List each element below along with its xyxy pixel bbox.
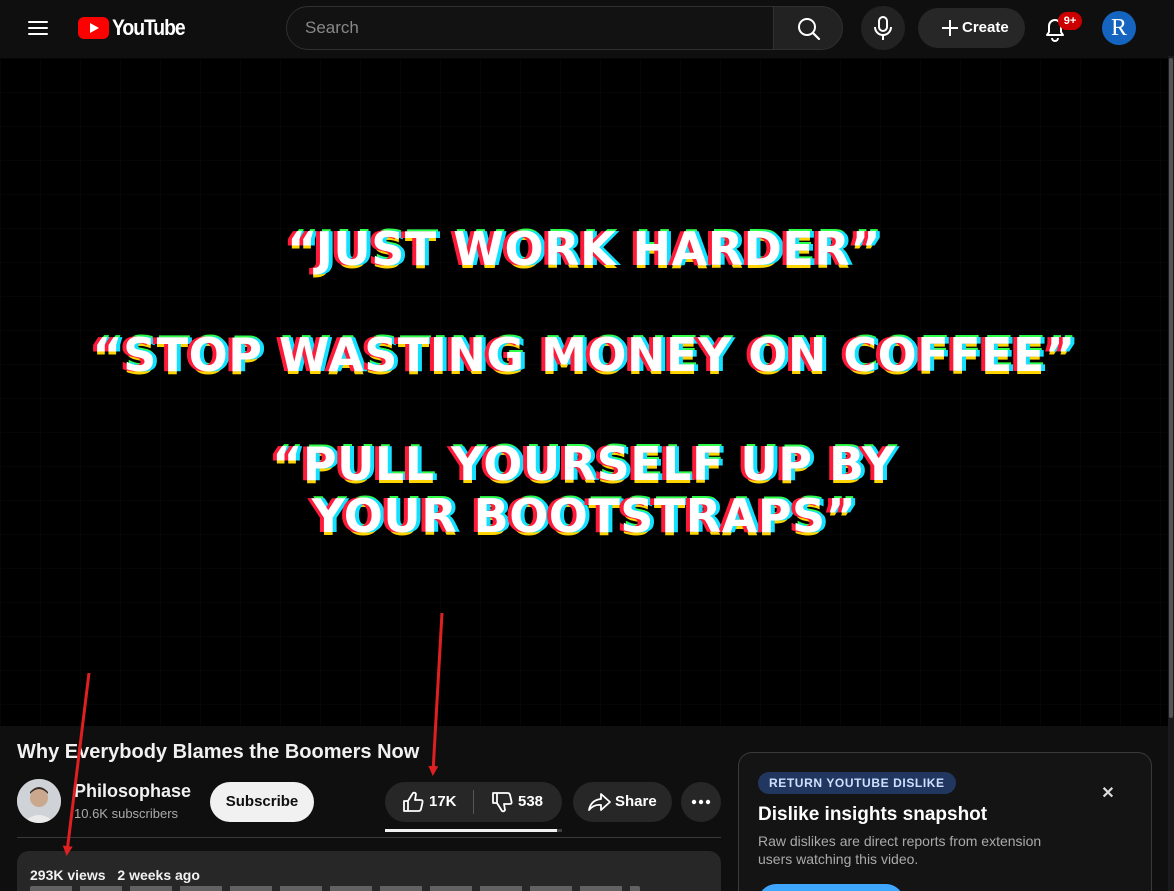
panel-action-button[interactable] [758, 884, 904, 891]
panel-title: Dislike insights snapshot [758, 804, 988, 825]
hamburger-menu-icon [28, 21, 48, 23]
youtube-logo[interactable]: YouTube [78, 14, 194, 42]
video-player[interactable]: “JUST WORK HARDER” “STOP WASTING MONEY O… [0, 58, 1168, 726]
quote-line-3b: YOUR BOOTSTRAPS” [311, 489, 857, 543]
close-icon[interactable]: ✕ [1099, 785, 1117, 803]
page-scrollbar-thumb[interactable] [1169, 58, 1173, 718]
quote-line-3a: “PULL YOURSELF UP BY [272, 437, 896, 491]
dislike-button[interactable]: 538 [474, 782, 562, 822]
share-button[interactable]: Share [573, 782, 672, 822]
search-input[interactable] [287, 7, 773, 49]
like-ratio-fill [385, 829, 557, 832]
guide-menu-button[interactable] [22, 12, 56, 44]
thumbs-down-icon [492, 792, 513, 813]
subscriber-count: 10.6K subscribers [74, 806, 179, 821]
share-label: Share [615, 793, 657, 810]
microphone-icon [874, 16, 892, 40]
like-ratio-bar [385, 829, 562, 832]
dislike-count: 538 [518, 793, 544, 810]
like-count: 17K [429, 793, 457, 810]
masthead: YouTube Create 9+ R [0, 0, 1174, 56]
plus-icon [942, 20, 958, 36]
dislike-insights-panel: RETURN YOUTUBE DISLIKE ✕ Dislike insight… [738, 752, 1152, 891]
search-button[interactable] [773, 6, 843, 50]
extension-badge: RETURN YOUTUBE DISLIKE [758, 772, 956, 794]
create-button[interactable]: Create [918, 8, 1025, 48]
logo-text: YouTube [112, 15, 186, 40]
channel-avatar[interactable] [17, 779, 61, 823]
quote-line-2: “STOP WASTING MONEY ON COFFEE” [92, 328, 1076, 382]
search-icon [798, 18, 821, 41]
account-avatar[interactable]: R [1102, 11, 1136, 45]
create-label: Create [962, 19, 1009, 36]
divider [17, 837, 721, 838]
thumbs-up-icon [403, 791, 424, 812]
panel-description: Raw dislikes are direct reports from ext… [758, 833, 1042, 867]
voice-search-button[interactable] [861, 6, 905, 50]
upload-date: 2 weeks ago [117, 867, 200, 883]
quote-line-3: “PULL YOURSELF UP BY YOUR BOOTSTRAPS” [0, 438, 1168, 542]
notification-badge: 9+ [1058, 12, 1082, 30]
channel-avatar-image [17, 779, 61, 823]
channel-name[interactable]: Philosophase [74, 781, 191, 802]
video-title: Why Everybody Blames the Boomers Now [17, 741, 420, 763]
like-button[interactable]: 17K [385, 782, 473, 822]
description-box[interactable]: 293K views 2 weeks ago [17, 851, 721, 891]
youtube-play-icon [78, 17, 109, 39]
search-box [286, 6, 774, 50]
share-arrow-icon [588, 793, 611, 811]
quote-line-1: “JUST WORK HARDER” [287, 222, 881, 276]
more-actions-button[interactable] [681, 782, 721, 822]
more-horizontal-icon [691, 799, 711, 805]
description-text-cutoff [30, 886, 640, 891]
subscribe-button[interactable]: Subscribe [210, 782, 314, 822]
player-background-texture [0, 58, 1168, 726]
view-count: 293K views [30, 867, 106, 883]
description-meta: 293K views 2 weeks ago [30, 867, 200, 883]
